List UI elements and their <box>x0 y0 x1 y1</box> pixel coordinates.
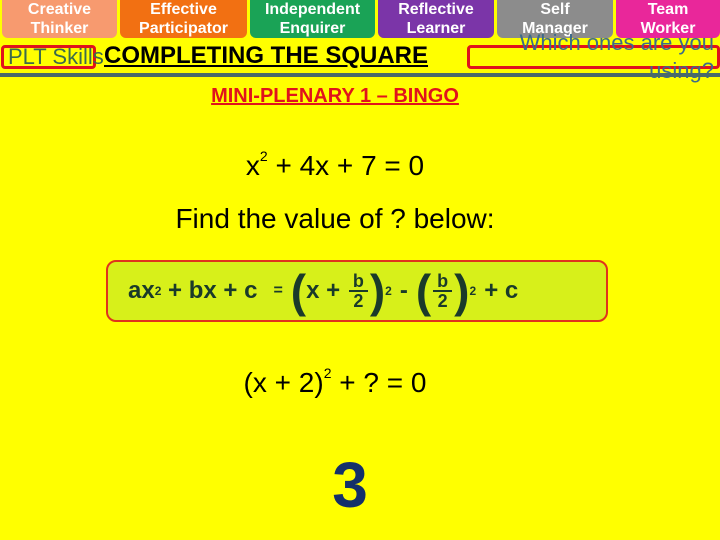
formula-exp: 2 <box>154 284 162 298</box>
open-paren: ( <box>415 265 432 317</box>
completed-square-step: (x + 2)2 + ? = 0 <box>0 365 670 399</box>
page-title: COMPLETING THE SQUARE <box>104 42 429 69</box>
answer-value: 3 <box>332 449 368 521</box>
close-paren: ) <box>454 265 470 317</box>
plt-button-line1: Effective <box>150 1 217 18</box>
plt-button-line1: Team <box>647 1 689 18</box>
close-paren: ) <box>369 265 386 317</box>
plt-button-line1: Reflective <box>398 1 474 18</box>
plt-button-reflective-learner[interactable]: Reflective Learner <box>378 0 494 38</box>
step-base: (x + 2) <box>243 367 324 398</box>
formula-ax: ax <box>128 277 155 304</box>
frac-num: b <box>348 272 368 292</box>
plt-button-line2: Learner <box>406 20 466 37</box>
plt-button-line1: Self <box>540 1 570 18</box>
open-paren: ( <box>290 265 307 317</box>
plt-button-creative-thinker[interactable]: Creative Thinker <box>2 0 117 38</box>
eq-exponent: 2 <box>259 148 268 164</box>
plt-button-line1: Independent <box>264 1 361 18</box>
frac-num: b <box>433 272 453 292</box>
plt-button-line1: Creative <box>27 1 92 18</box>
frac-den: 2 <box>437 291 448 311</box>
formula-exp: 2 <box>469 284 477 298</box>
frac-den: 2 <box>353 291 364 311</box>
step-rest: + ? = 0 <box>331 367 427 398</box>
formula-minus: - <box>399 277 408 304</box>
quadratic-equation: x2 + 4x + 7 = 0 <box>0 148 670 182</box>
completing-square-formula: ax 2 + bx + c = ( x + b2 ) 2 - ( b2 ) 2 + c <box>106 260 608 322</box>
fraction-b-over-2: b2 <box>433 272 453 311</box>
formula-plus-c: + c <box>484 277 519 304</box>
formula-equals: = <box>273 282 283 299</box>
eq-base: x <box>245 150 260 181</box>
plt-button-independent-enquirer[interactable]: Independent Enquirer <box>250 0 375 38</box>
formula-bx-c: + bx + c <box>161 277 258 304</box>
plt-skills-label: PLT Skills <box>8 44 104 69</box>
plt-button-line2: Participator <box>139 20 228 37</box>
plt-button-line2: Enquirer <box>279 20 346 37</box>
fraction-b-over-2: b2 <box>348 272 368 311</box>
header-divider <box>0 73 720 77</box>
instruction-prompt: Find the value of ? below: <box>175 203 495 234</box>
subtitle: MINI-PLENARY 1 – BINGO <box>211 85 459 107</box>
plt-button-effective-participator[interactable]: Effective Participator <box>120 0 247 38</box>
formula-exp: 2 <box>385 284 392 298</box>
plt-button-line2: Thinker <box>30 20 89 37</box>
formula-x-plus: x + <box>306 277 347 304</box>
eq-rest: + 4x + 7 = 0 <box>267 150 425 181</box>
